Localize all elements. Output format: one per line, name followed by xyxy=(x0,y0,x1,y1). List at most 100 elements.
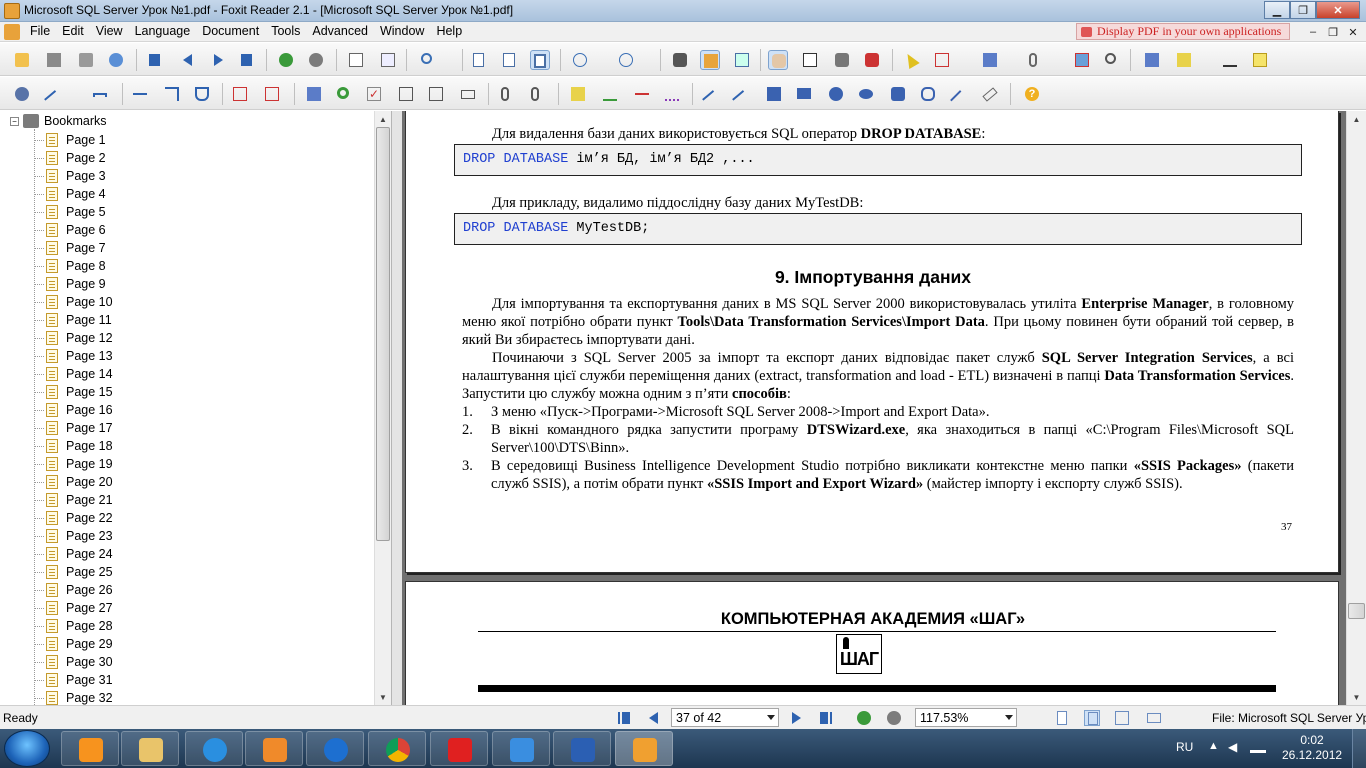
mdi-restore-button[interactable]: ❐ xyxy=(1324,24,1342,40)
pencil-button[interactable] xyxy=(950,84,970,110)
continuous-facing-view-button[interactable] xyxy=(1146,710,1162,726)
zoom-in-button[interactable] xyxy=(616,50,636,70)
underline-button[interactable] xyxy=(600,84,620,104)
show-desktop-button[interactable] xyxy=(1352,729,1366,768)
hand-tool-button[interactable] xyxy=(768,50,788,70)
bookmark-item[interactable]: Page 12 xyxy=(34,329,374,347)
typewriter-button[interactable] xyxy=(862,50,882,70)
status-next-page-button[interactable] xyxy=(788,710,804,726)
close-button[interactable]: ✕ xyxy=(1316,1,1360,19)
bookmark-item[interactable]: Page 18 xyxy=(34,437,374,455)
find-button[interactable] xyxy=(670,50,690,70)
bookmark-item[interactable]: Page 1 xyxy=(34,131,374,149)
doc-scroll-thumb[interactable] xyxy=(1348,603,1365,619)
collapse-toggle[interactable]: − xyxy=(10,116,19,126)
doc-scroll-down-arrow[interactable]: ▼ xyxy=(1347,689,1366,705)
bookmark-item[interactable]: Page 27 xyxy=(34,599,374,617)
open-button[interactable] xyxy=(12,50,32,70)
document-icon[interactable] xyxy=(4,24,20,40)
bookmark-item[interactable]: Page 25 xyxy=(34,563,374,581)
bookmark-item[interactable]: Page 6 xyxy=(34,221,374,239)
taskbar-mail[interactable] xyxy=(492,731,550,766)
doc-scroll-up-arrow[interactable]: ▲ xyxy=(1347,111,1366,127)
text-tool-button[interactable] xyxy=(1142,50,1162,70)
comment-button[interactable] xyxy=(1250,50,1270,70)
draw-line-button[interactable] xyxy=(732,84,752,110)
document-view[interactable]: Для видалення бази даних використовуєтьс… xyxy=(402,111,1346,705)
select-annotation-button[interactable] xyxy=(902,50,922,70)
text-field-button[interactable] xyxy=(458,84,478,104)
fit-page-button[interactable] xyxy=(530,50,550,70)
zoom-out-button[interactable] xyxy=(570,50,590,70)
measure-button[interactable] xyxy=(90,84,110,104)
bookmark-item[interactable]: Page 22 xyxy=(34,509,374,527)
page-number-combo[interactable]: 37 of 42 xyxy=(671,708,779,727)
image-button[interactable] xyxy=(1072,50,1092,70)
highlight-text-button[interactable] xyxy=(568,84,588,104)
help-button[interactable]: ? xyxy=(1022,84,1042,104)
menu-edit[interactable]: Edit xyxy=(56,24,90,38)
rectangle-button[interactable] xyxy=(980,50,1000,70)
zoom-combo[interactable]: 117.53% xyxy=(915,708,1017,727)
taskbar-yandex[interactable] xyxy=(430,731,488,766)
form-button[interactable] xyxy=(932,50,952,70)
bookmark-item[interactable]: Page 16 xyxy=(34,401,374,419)
tray-expand-icon[interactable]: ▲ xyxy=(1208,740,1219,752)
first-page-button[interactable] xyxy=(146,50,166,70)
bookmark-item[interactable]: Page 3 xyxy=(34,167,374,185)
bookmark-item[interactable]: Page 28 xyxy=(34,617,374,635)
bookmark-item[interactable]: Page 9 xyxy=(34,275,374,293)
bookmark-item[interactable]: Page 5 xyxy=(34,203,374,221)
strikeout-button[interactable] xyxy=(632,84,652,104)
bookmark-item[interactable]: Page 24 xyxy=(34,545,374,563)
mdi-close-button[interactable]: ✕ xyxy=(1344,24,1362,40)
draw-oval-button[interactable] xyxy=(856,84,876,104)
forward-button[interactable] xyxy=(306,50,326,70)
bookmark-panel-button[interactable] xyxy=(700,50,720,70)
foxit-app-icon[interactable] xyxy=(4,3,20,19)
maximize-button[interactable]: ❐ xyxy=(1290,1,1316,19)
bookmark-item[interactable]: Page 14 xyxy=(34,365,374,383)
scroll-thumb[interactable] xyxy=(376,127,390,541)
facing-view-button[interactable] xyxy=(1114,710,1130,726)
menu-advanced[interactable]: Advanced xyxy=(306,24,374,38)
sidebar-scrollbar[interactable]: ▲ ▼ xyxy=(374,111,391,705)
scroll-up-arrow[interactable]: ▲ xyxy=(375,111,391,127)
draw-circle-button[interactable] xyxy=(826,84,846,104)
status-prev-page-button[interactable] xyxy=(646,710,662,726)
bookmark-item[interactable]: Page 23 xyxy=(34,527,374,545)
menu-window[interactable]: Window xyxy=(374,24,430,38)
draw-polygon-button[interactable] xyxy=(888,84,908,104)
bookmark-item[interactable]: Page 7 xyxy=(34,239,374,257)
connector-button[interactable] xyxy=(162,84,182,104)
document-scrollbar[interactable]: ▲ ▼ xyxy=(1346,111,1366,705)
clock[interactable]: 0:02 26.12.2012 xyxy=(1282,733,1342,763)
draw-cloud-button[interactable] xyxy=(918,84,938,104)
text-format-button[interactable] xyxy=(1220,50,1240,70)
bookmark-item[interactable]: Page 21 xyxy=(34,491,374,509)
menu-document[interactable]: Document xyxy=(196,24,265,38)
signature-button[interactable] xyxy=(230,84,250,104)
save-button[interactable] xyxy=(44,50,64,70)
print-button[interactable] xyxy=(76,50,96,70)
rotate-button[interactable] xyxy=(732,50,752,70)
menu-help[interactable]: Help xyxy=(430,24,468,38)
bookmark-item[interactable]: Page 30 xyxy=(34,653,374,671)
chevron-down-icon[interactable] xyxy=(767,715,775,720)
draw-rect-button[interactable] xyxy=(794,84,814,104)
bookmark-item[interactable]: Page 20 xyxy=(34,473,374,491)
draw-arrow-button[interactable] xyxy=(702,84,722,110)
bookmark-item[interactable]: Page 4 xyxy=(34,185,374,203)
volume-icon[interactable]: ◀ xyxy=(1228,740,1237,754)
bookmark-item[interactable]: Page 2 xyxy=(34,149,374,167)
bookmark-item[interactable]: Page 13 xyxy=(34,347,374,365)
minimize-button[interactable]: ▁ xyxy=(1264,1,1290,19)
link-button[interactable] xyxy=(130,84,150,104)
arrow-tool-button[interactable] xyxy=(44,84,64,110)
mdi-minimize-button[interactable]: – xyxy=(1304,24,1322,40)
taskbar-mail-agent[interactable] xyxy=(306,731,364,766)
bookmark-item[interactable]: Page 11 xyxy=(34,311,374,329)
eraser-button[interactable] xyxy=(980,84,1000,104)
attach-button[interactable] xyxy=(1026,50,1046,70)
status-back-button[interactable] xyxy=(856,710,872,726)
